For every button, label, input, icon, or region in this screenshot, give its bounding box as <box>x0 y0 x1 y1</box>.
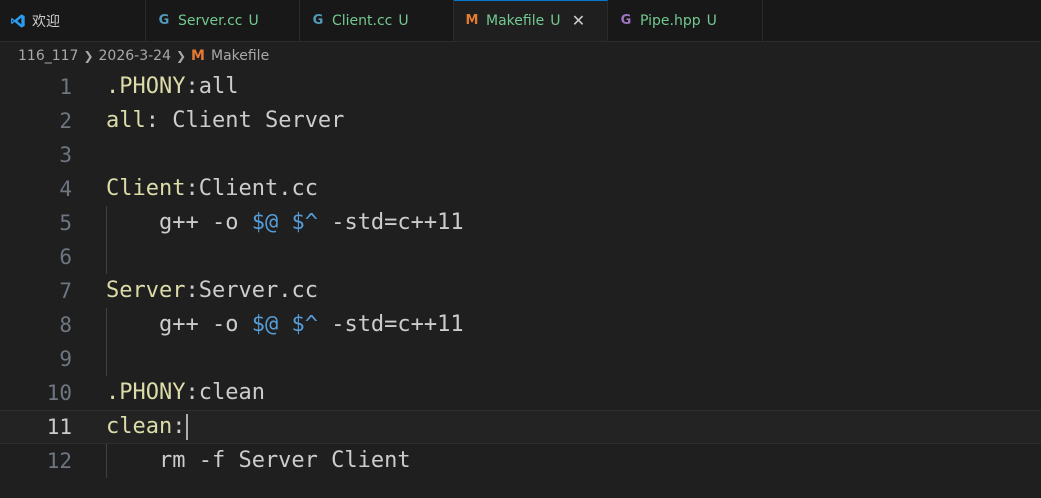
code-text: g++ -o $@ $^ -std=c++11 <box>106 308 464 342</box>
code-line: 9 <box>0 342 1041 376</box>
line-number: 12 <box>46 449 72 473</box>
line-number: 3 <box>59 143 72 167</box>
breadcrumb: 116_117 ❯ 2026-3-24 ❯ M Makefile <box>0 42 1041 70</box>
line-number: 8 <box>59 313 72 337</box>
line-number: 7 <box>59 279 72 303</box>
text-cursor <box>186 414 189 440</box>
chevron-right-icon: ❯ <box>83 49 94 63</box>
line-number: 2 <box>59 109 72 133</box>
breadcrumb-file[interactable]: Makefile <box>211 48 269 64</box>
automatic-variable: $^ <box>291 312 318 337</box>
make-target: Server <box>106 278 186 303</box>
line-number: 4 <box>59 177 72 201</box>
code-line: 3 <box>0 138 1041 172</box>
tab-bar: 欢迎 G Server.cc U G Client.cc U M Makefil… <box>0 0 1041 42</box>
untracked-badge: U <box>248 12 259 29</box>
code-text: g++ -o $@ $^ -std=c++11 <box>106 206 464 240</box>
tab-label: 欢迎 <box>32 13 60 30</box>
code-command: g++ -o <box>106 312 252 337</box>
code-rest: :clean <box>185 380 265 405</box>
code-line: 5 g++ -o $@ $^ -std=c++11 <box>0 206 1041 240</box>
makefile-icon: M <box>465 13 479 28</box>
untracked-badge: U <box>550 12 561 29</box>
code-flags: -std=c++11 <box>317 210 464 235</box>
code-text: all: Client Server <box>106 104 344 138</box>
code-flags: -std=c++11 <box>317 312 464 337</box>
code-text: rm -f Server Client <box>106 444 411 478</box>
tab-client-cc[interactable]: G Client.cc U <box>300 0 454 41</box>
breadcrumb-folder[interactable]: 116_117 <box>18 48 78 64</box>
breadcrumb-subfolder[interactable]: 2026-3-24 <box>99 48 171 64</box>
code-text: clean: <box>106 411 189 443</box>
cpp-file-icon: G <box>312 13 324 28</box>
untracked-badge: U <box>398 12 409 29</box>
tab-label: Pipe.hpp <box>640 12 701 29</box>
line-number: 10 <box>46 381 72 405</box>
untracked-badge: U <box>706 12 717 29</box>
makefile-icon: M <box>191 48 205 64</box>
tab-label: Makefile <box>486 12 545 29</box>
line-number: 9 <box>59 347 72 371</box>
code-command: g++ -o <box>106 210 252 235</box>
line-number: 11 <box>46 415 72 439</box>
code-command: rm -f Server Client <box>106 448 411 473</box>
tab-makefile[interactable]: M Makefile U ✕ <box>454 0 608 41</box>
chevron-right-icon: ❯ <box>175 49 187 63</box>
automatic-variable: $@ <box>251 312 279 337</box>
cpp-file-icon: G <box>158 13 170 28</box>
tab-label: Client.cc <box>332 12 393 29</box>
code-line: 2 all: Client Server <box>0 104 1041 138</box>
code-line: 8 g++ -o $@ $^ -std=c++11 <box>0 308 1041 342</box>
line-number: 5 <box>59 211 72 235</box>
code-rest: : <box>172 414 186 439</box>
code-text: Client:Client.cc <box>106 172 318 206</box>
code-line: 1 .PHONY:all <box>0 70 1041 104</box>
vscode-icon <box>10 13 26 29</box>
code-line: 6 <box>0 240 1041 274</box>
line-number: 6 <box>59 245 72 269</box>
make-target: .PHONY <box>106 74 186 99</box>
code-editor[interactable]: 1 .PHONY:all 2 all: Client Server 3 4 Cl… <box>0 70 1041 498</box>
code-rest: :all <box>185 74 239 99</box>
tab-pipe-hpp[interactable]: G Pipe.hpp U <box>608 0 763 41</box>
line-number: 1 <box>59 75 72 99</box>
code-text: .PHONY:all <box>106 70 238 104</box>
code-line-current: 11 clean: <box>0 410 1041 444</box>
code-line: 10 .PHONY:clean <box>0 376 1041 410</box>
tab-server-cc[interactable]: G Server.cc U <box>146 0 300 41</box>
make-target: clean <box>106 414 173 439</box>
automatic-variable: $@ <box>251 210 279 235</box>
code-line: 4 Client:Client.cc <box>0 172 1041 206</box>
code-rest: :Server.cc <box>185 278 318 303</box>
code-rest: : Client Server <box>145 108 345 133</box>
make-target: Client <box>106 176 186 201</box>
code-text: Server:Server.cc <box>106 274 318 308</box>
tab-label: Server.cc <box>178 12 243 29</box>
automatic-variable: $^ <box>291 210 318 235</box>
code-line: 12 rm -f Server Client <box>0 444 1041 478</box>
make-target: all <box>106 108 146 133</box>
close-icon[interactable]: ✕ <box>570 11 586 30</box>
code-rest: :Client.cc <box>185 176 318 201</box>
code-text: .PHONY:clean <box>106 376 265 410</box>
tab-welcome[interactable]: 欢迎 <box>0 0 146 41</box>
make-target: .PHONY <box>106 380 186 405</box>
hpp-file-icon: G <box>620 13 632 28</box>
code-line: 7 Server:Server.cc <box>0 274 1041 308</box>
